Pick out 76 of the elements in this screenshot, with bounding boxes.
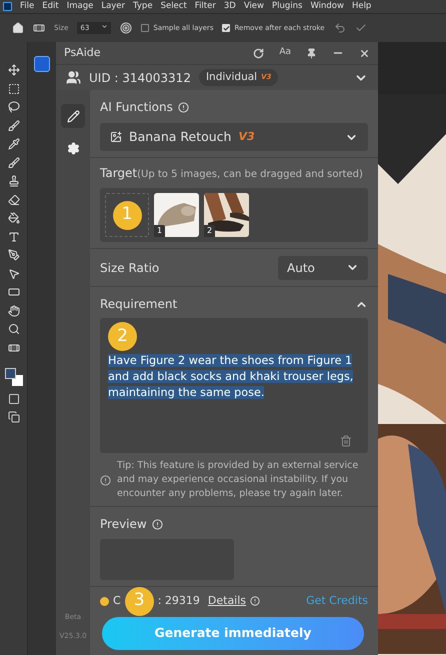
tool-icon[interactable] bbox=[8, 212, 20, 224]
refresh-icon[interactable] bbox=[253, 48, 264, 58]
app-logo-icon bbox=[3, 2, 12, 11]
section-title: Requirement bbox=[100, 296, 178, 313]
image-number: 2 bbox=[204, 225, 216, 237]
edit-tab[interactable] bbox=[61, 104, 85, 128]
tool-icon[interactable] bbox=[8, 156, 20, 168]
menu-item[interactable]: Window bbox=[310, 0, 344, 13]
tool-icon[interactable] bbox=[8, 249, 20, 261]
tool-icon[interactable] bbox=[8, 268, 20, 280]
screen-mode-icon[interactable] bbox=[8, 411, 20, 423]
menu-item[interactable]: Type bbox=[133, 0, 153, 13]
color-swatch-icon[interactable] bbox=[4, 368, 22, 386]
credits-label: C bbox=[113, 592, 121, 609]
annotation-number: 2 bbox=[108, 322, 137, 351]
tool-icon[interactable] bbox=[8, 194, 20, 206]
chevron-down-icon bbox=[101, 22, 108, 30]
tool-icon[interactable] bbox=[8, 138, 20, 150]
menu-item[interactable]: View bbox=[244, 0, 264, 13]
image-number: 1 bbox=[154, 225, 166, 237]
pin-icon[interactable] bbox=[306, 48, 317, 58]
menu-item[interactable]: Edit bbox=[42, 0, 59, 13]
home-icon[interactable] bbox=[12, 22, 24, 34]
mask-icon[interactable] bbox=[8, 392, 20, 404]
check-icon[interactable] bbox=[354, 22, 367, 34]
target-icon[interactable] bbox=[120, 22, 132, 34]
section-title: Size Ratio bbox=[100, 260, 160, 276]
menu-item[interactable]: Select bbox=[160, 0, 187, 13]
requirement-field[interactable]: 2 Have Figure 2 wear the shoes from Figure 1 and add black socks and khaki trouser legs, maintaining the same pose. bbox=[100, 318, 368, 453]
plugin-logo-icon[interactable] bbox=[34, 56, 50, 72]
function-dropdown[interactable]: Banana Retouch V3 bbox=[100, 123, 368, 151]
tool-icon[interactable] bbox=[8, 230, 20, 242]
tool-icon[interactable] bbox=[8, 286, 20, 298]
menu-item[interactable]: File bbox=[20, 0, 34, 13]
coin-icon bbox=[100, 596, 109, 606]
menu-item[interactable]: 3D bbox=[224, 0, 236, 13]
user-id: UID : 314003312 bbox=[89, 70, 191, 86]
menu-item[interactable]: Help bbox=[352, 0, 372, 13]
tool-icon[interactable] bbox=[8, 120, 20, 132]
undo-icon[interactable] bbox=[334, 22, 346, 34]
details-link[interactable]: Details bbox=[208, 592, 246, 610]
target-hint: (Up to 5 images, can be dragged and sorted) bbox=[137, 168, 363, 182]
trash-icon[interactable] bbox=[340, 435, 352, 447]
ratio-dropdown[interactable]: Auto bbox=[278, 256, 368, 280]
tool-icon[interactable] bbox=[8, 101, 20, 113]
bandage-icon[interactable] bbox=[33, 22, 45, 34]
users-icon bbox=[66, 70, 81, 85]
info-icon bbox=[152, 518, 163, 530]
pencil-icon bbox=[66, 110, 80, 122]
section-title: Target bbox=[100, 165, 138, 182]
tip-text: Tip: This feature is provided by an external service and may experience occasional instability. If you encounter any problems, please try again later. bbox=[117, 459, 360, 501]
credits-value: : 29319 bbox=[158, 592, 200, 609]
tool-icon[interactable] bbox=[8, 304, 20, 316]
menu-item[interactable]: Plugins bbox=[272, 0, 302, 13]
tool-icon[interactable] bbox=[8, 82, 20, 94]
annotation-number: 1 bbox=[112, 200, 142, 230]
close-icon[interactable] bbox=[359, 48, 370, 58]
font-size-button[interactable]: Aa bbox=[279, 46, 291, 60]
menu-item[interactable]: Layer bbox=[101, 0, 126, 13]
tool-icon[interactable] bbox=[8, 64, 20, 76]
section-title: Preview bbox=[100, 516, 147, 533]
panel-title: PsAide bbox=[64, 44, 102, 61]
section-title: AI Functions bbox=[100, 99, 173, 116]
info-icon bbox=[100, 474, 111, 486]
image-icon bbox=[110, 131, 122, 143]
info-icon bbox=[178, 102, 189, 112]
checkbox[interactable] bbox=[222, 24, 230, 32]
annotation-number: 3 bbox=[124, 586, 154, 616]
menu-item[interactable]: Filter bbox=[194, 0, 216, 13]
tool-icon[interactable] bbox=[8, 175, 20, 187]
requirement-text: Have Figure 2 wear the shoes from Figure 1 and add black socks and khaki trouser legs, maintaining the same pose. bbox=[108, 353, 354, 401]
tool-icon[interactable] bbox=[8, 323, 20, 335]
info-icon bbox=[250, 596, 260, 606]
menu-item[interactable]: Image bbox=[66, 0, 94, 13]
checkbox[interactable] bbox=[141, 24, 150, 32]
tool-icon[interactable] bbox=[8, 342, 20, 354]
